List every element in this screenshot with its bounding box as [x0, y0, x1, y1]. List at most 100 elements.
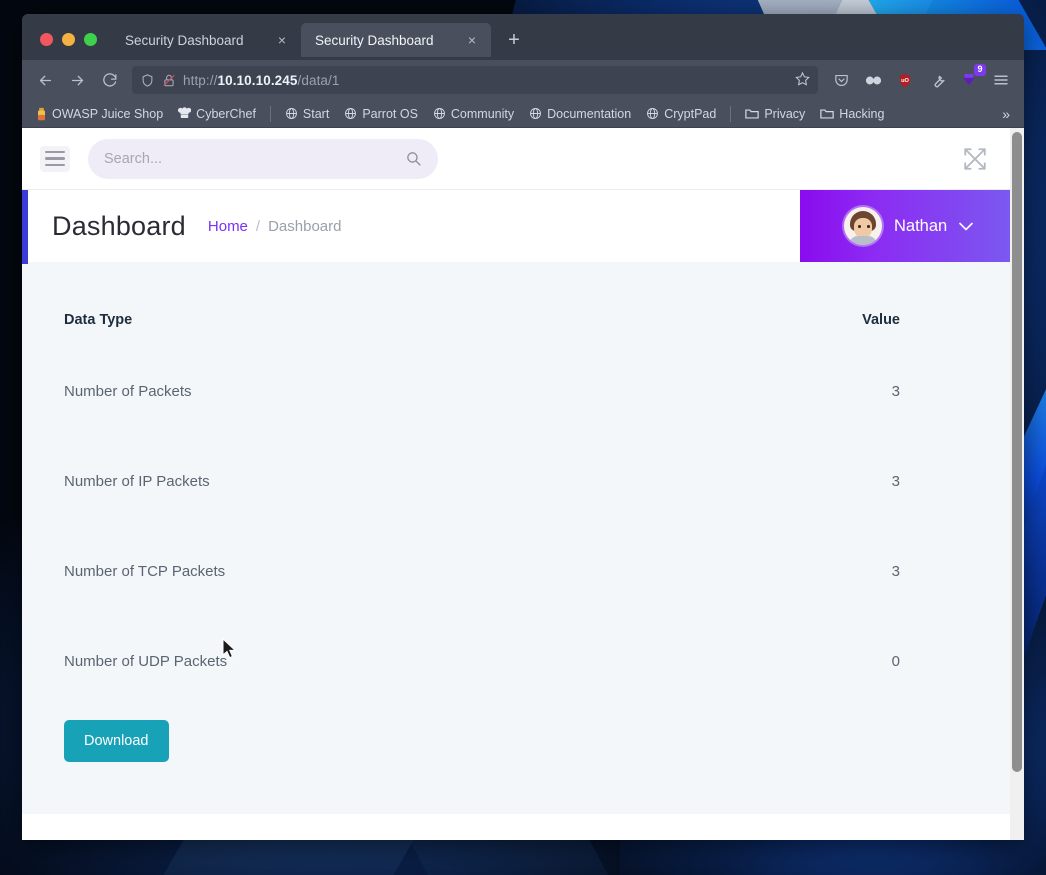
- back-arrow-icon[interactable]: [30, 65, 60, 95]
- tab-close-icon[interactable]: ×: [273, 31, 291, 49]
- page-viewport: Dashboard Home / Dashboard: [22, 128, 1024, 840]
- bookmark-label: CryptPad: [664, 106, 717, 121]
- tab-title: Security Dashboard: [315, 32, 434, 48]
- cell-data-type: Number of TCP Packets: [64, 563, 226, 580]
- search-icon[interactable]: [405, 150, 422, 167]
- page-content: Data Type Value Number of Packets 3 Numb…: [22, 262, 1010, 814]
- bookmark-start[interactable]: Start: [279, 105, 335, 123]
- user-menu[interactable]: Nathan: [800, 190, 1010, 262]
- reload-icon[interactable]: [94, 65, 124, 95]
- page-title: Dashboard: [52, 210, 186, 241]
- search-input[interactable]: [104, 150, 405, 167]
- hamburger-menu-icon[interactable]: [40, 145, 70, 172]
- cell-value: 0: [891, 653, 900, 670]
- globe-icon: [285, 107, 298, 120]
- star-icon[interactable]: [795, 71, 810, 89]
- extension-toolbar: uO 9: [826, 64, 1016, 95]
- expand-icon[interactable]: [962, 146, 988, 172]
- column-header-value: Value: [862, 312, 900, 328]
- app-topbar: [22, 128, 1010, 190]
- bookmark-documentation[interactable]: Documentation: [523, 105, 637, 123]
- juice-icon: [36, 107, 47, 121]
- page-scrollbar[interactable]: [1010, 128, 1024, 840]
- page-header-left: Dashboard Home / Dashboard: [22, 190, 800, 262]
- avatar: [844, 207, 882, 245]
- globe-icon: [344, 107, 357, 120]
- url-bar[interactable]: http://10.10.10.245/data/1: [132, 66, 818, 94]
- bookmark-separator: [269, 105, 271, 122]
- bookmark-label: Parrot OS: [362, 106, 418, 121]
- bookmarks-overflow-button[interactable]: »: [996, 104, 1016, 124]
- scrollbar-thumb[interactable]: [1012, 132, 1022, 772]
- shield-icon[interactable]: [140, 73, 155, 88]
- chef-hat-icon: [178, 107, 192, 120]
- table-head: Data Type Value: [52, 262, 980, 347]
- breadcrumb: Home / Dashboard: [208, 218, 342, 235]
- bookmark-separator: [730, 105, 732, 122]
- new-tab-button[interactable]: +: [499, 25, 529, 55]
- window-minimize-button[interactable]: [62, 33, 75, 46]
- page-footer: [22, 814, 1010, 840]
- user-name: Nathan: [894, 216, 948, 235]
- cell-value: 3: [891, 473, 900, 490]
- bookmark-label: CyberChef: [196, 106, 256, 121]
- folder-icon: [820, 108, 835, 120]
- cell-value: 3: [891, 383, 900, 400]
- breadcrumb-home-link[interactable]: Home: [208, 218, 248, 235]
- bookmark-label: Documentation: [547, 106, 632, 121]
- cell-data-type: Number of Packets: [64, 383, 192, 400]
- url-text: http://10.10.10.245/data/1: [183, 73, 788, 88]
- bookmark-community[interactable]: Community: [427, 105, 520, 123]
- bookmark-folder-privacy[interactable]: Privacy: [739, 105, 811, 123]
- wrench-icon[interactable]: [922, 65, 952, 95]
- bookmark-label: OWASP Juice Shop: [52, 106, 164, 121]
- bookmarks-bar: OWASP Juice Shop CyberChef Start Parrot: [22, 100, 1024, 128]
- browser-tab-1[interactable]: Security Dashboard ×: [111, 23, 301, 57]
- table-body: Number of Packets 3 Number of IP Packets…: [52, 347, 980, 707]
- bookmark-label: Start: [302, 106, 330, 121]
- svg-text:uO: uO: [901, 78, 909, 84]
- url-host: 10.10.10.245: [217, 72, 298, 88]
- browser-tab-2[interactable]: Security Dashboard ×: [301, 23, 491, 57]
- packet-data-table: Data Type Value Number of Packets 3 Numb…: [52, 262, 980, 706]
- bookmark-parrot-os[interactable]: Parrot OS: [338, 105, 424, 123]
- cell-data-type: Number of UDP Packets: [64, 653, 228, 670]
- pocket-icon[interactable]: [826, 65, 856, 95]
- browser-window: Security Dashboard × Security Dashboard …: [22, 14, 1024, 840]
- downloads-icon[interactable]: 9: [954, 64, 986, 95]
- folder-icon: [745, 108, 760, 120]
- cell-value: 3: [891, 563, 900, 580]
- lock-crossed-icon[interactable]: [162, 73, 176, 88]
- download-button[interactable]: Download: [64, 720, 169, 762]
- search-box[interactable]: [88, 138, 438, 179]
- bookmark-folder-hacking[interactable]: Hacking: [814, 105, 890, 123]
- url-path: /data/1: [297, 72, 340, 88]
- window-close-button[interactable]: [40, 33, 53, 46]
- ublock-origin-icon[interactable]: uO: [890, 65, 920, 95]
- infinity-icon[interactable]: [858, 65, 888, 95]
- bookmark-cyberchef[interactable]: CyberChef: [172, 105, 262, 123]
- window-maximize-button[interactable]: [84, 33, 97, 46]
- bookmark-cryptpad[interactable]: CryptPad: [640, 105, 722, 123]
- breadcrumb-current: Dashboard: [268, 217, 342, 235]
- bookmark-label: Hacking: [839, 106, 885, 121]
- table-row: Number of TCP Packets 3: [52, 527, 980, 617]
- globe-icon: [529, 107, 542, 120]
- sidebar-collapsed-strip[interactable]: [22, 190, 28, 264]
- bookmark-label: Community: [450, 106, 515, 121]
- tab-close-icon[interactable]: ×: [463, 31, 481, 49]
- bookmark-owasp-juice-shop[interactable]: OWASP Juice Shop: [30, 105, 169, 123]
- security-dashboard-page: Dashboard Home / Dashboard: [22, 128, 1010, 840]
- table-row: Number of Packets 3: [52, 347, 980, 437]
- hamburger-menu-icon[interactable]: [986, 65, 1016, 95]
- table-row: Number of IP Packets 3: [52, 437, 980, 527]
- breadcrumb-separator: /: [255, 217, 261, 235]
- chevron-down-icon[interactable]: [959, 219, 974, 234]
- forward-arrow-icon[interactable]: [62, 65, 92, 95]
- downloads-badge: 9: [974, 64, 986, 76]
- table-header-row: Data Type Value: [52, 262, 980, 347]
- cell-data-type: Number of IP Packets: [64, 473, 210, 490]
- globe-icon: [433, 107, 446, 120]
- page-header: Dashboard Home / Dashboard Nathan: [22, 190, 1010, 262]
- bookmark-label: Privacy: [764, 106, 806, 121]
